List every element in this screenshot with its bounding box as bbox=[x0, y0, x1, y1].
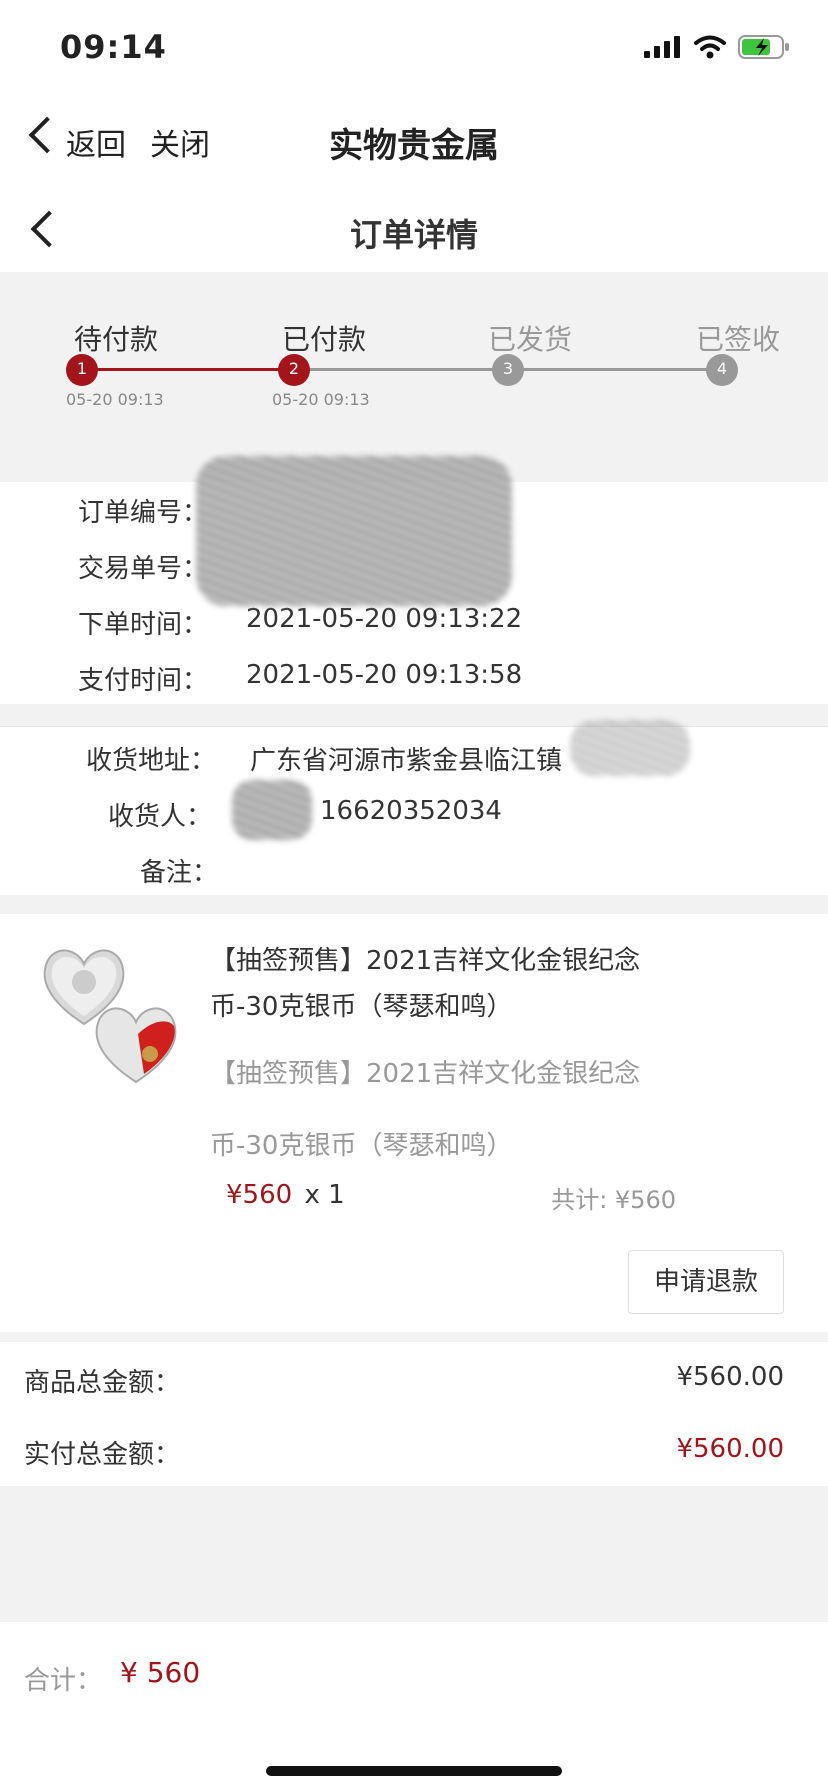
order-progress bbox=[0, 272, 828, 482]
pay-time-label: 支付时间： bbox=[78, 666, 209, 696]
paid-total-label: 实付总金额： bbox=[24, 1440, 181, 1470]
step-time-2: 05-20 09:13 bbox=[272, 390, 370, 409]
status-icons bbox=[644, 34, 790, 60]
signal-icon bbox=[644, 36, 680, 58]
footer-total-value: ¥ 560 bbox=[120, 1656, 201, 1689]
address-redaction bbox=[570, 720, 690, 776]
step-label-3: 已发货 bbox=[488, 323, 573, 356]
goods-total-label: 商品总金额： bbox=[24, 1368, 181, 1398]
order-time-label: 下单时间： bbox=[78, 610, 209, 640]
order-no-label: 订单编号： bbox=[78, 498, 209, 528]
footer-total-label: 合计： bbox=[24, 1666, 103, 1696]
address-value: 广东省河源市紫金县临江镇 bbox=[250, 746, 563, 776]
product-title[interactable]: 【抽签预售】2021吉祥文化金银纪念币-30克银币（琴瑟和鸣） bbox=[210, 938, 690, 1030]
wifi-icon bbox=[694, 35, 726, 59]
remark-label: 备注： bbox=[140, 858, 219, 888]
receiver-phone: 16620352034 bbox=[320, 796, 502, 826]
product-subtitle-line2: 币-30克银币（琴瑟和鸣） bbox=[210, 1131, 513, 1161]
app-title: 实物贵金属 bbox=[329, 126, 499, 166]
step-time-1: 05-20 09:13 bbox=[66, 390, 164, 409]
step-label-1: 待付款 bbox=[74, 323, 159, 356]
battery-icon bbox=[738, 35, 789, 59]
goods-total-value: ¥560.00 bbox=[676, 1362, 784, 1392]
product-subtitle-line1: 【抽签预售】2021吉祥文化金银纪念 bbox=[210, 1059, 641, 1089]
colored-coin-image bbox=[95, 1007, 177, 1084]
receiver-label: 收货人： bbox=[108, 802, 213, 832]
order-time-value: 2021-05-20 09:13:22 bbox=[246, 604, 523, 634]
step-dot-1: 1 bbox=[66, 354, 98, 386]
address-label: 收货地址： bbox=[86, 746, 217, 776]
price-line: ¥560 x 1 bbox=[226, 1180, 345, 1210]
redaction-blur bbox=[196, 456, 512, 606]
trade-no-label: 交易单号： bbox=[78, 554, 209, 584]
product-subtitle: 【抽签预售】2021吉祥文化金银纪念 币-30克银币（琴瑟和鸣） bbox=[210, 1038, 680, 1182]
status-time: 09:14 bbox=[60, 28, 167, 66]
refund-button[interactable]: 申请退款 bbox=[628, 1250, 784, 1314]
product-price: ¥560 bbox=[226, 1180, 293, 1210]
step-label-4: 已签收 bbox=[696, 323, 781, 356]
receiver-redaction bbox=[232, 780, 312, 840]
home-indicator[interactable] bbox=[266, 1766, 562, 1776]
step-label-2: 已付款 bbox=[282, 323, 367, 356]
pay-time-value: 2021-05-20 09:13:58 bbox=[246, 660, 523, 690]
progress-line-done bbox=[82, 368, 294, 371]
product-total: 共计: ¥560 bbox=[551, 1186, 676, 1214]
step-dot-2: 2 bbox=[278, 354, 310, 386]
page-title: 订单详情 bbox=[349, 216, 478, 254]
product-qty: x 1 bbox=[304, 1180, 345, 1210]
paid-total-value: ¥560.00 bbox=[676, 1434, 784, 1464]
step-dot-3: 3 bbox=[492, 354, 524, 386]
step-dot-4: 4 bbox=[706, 354, 738, 386]
